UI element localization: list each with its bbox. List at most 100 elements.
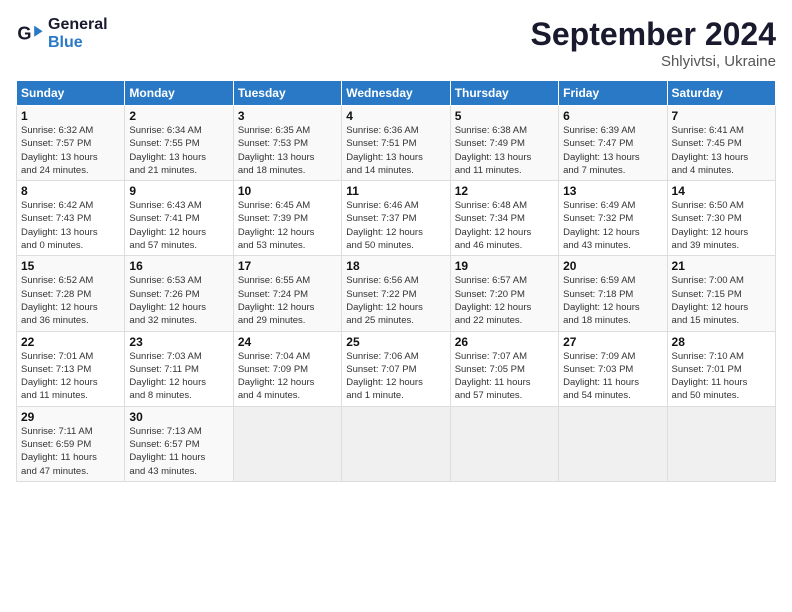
- header: G General Blue September 2024 Shlyivtsi,…: [16, 16, 776, 70]
- weekday-header-row: SundayMondayTuesdayWednesdayThursdayFrid…: [17, 81, 776, 106]
- day-info: Sunrise: 6:59 AM Sunset: 7:18 PM Dayligh…: [563, 274, 662, 327]
- day-number: 24: [238, 335, 337, 349]
- calendar-week-row: 8Sunrise: 6:42 AM Sunset: 7:43 PM Daylig…: [17, 181, 776, 256]
- calendar-cell: 29Sunrise: 7:11 AM Sunset: 6:59 PM Dayli…: [17, 406, 125, 481]
- calendar-cell: 22Sunrise: 7:01 AM Sunset: 7:13 PM Dayli…: [17, 331, 125, 406]
- day-info: Sunrise: 6:41 AM Sunset: 7:45 PM Dayligh…: [672, 124, 771, 177]
- calendar-cell: 21Sunrise: 7:00 AM Sunset: 7:15 PM Dayli…: [667, 256, 775, 331]
- day-number: 21: [672, 259, 771, 273]
- day-info: Sunrise: 7:10 AM Sunset: 7:01 PM Dayligh…: [672, 350, 771, 403]
- day-number: 16: [129, 259, 228, 273]
- logo-text: General Blue: [48, 16, 108, 52]
- location: Shlyivtsi, Ukraine: [531, 53, 776, 70]
- weekday-header: Tuesday: [233, 81, 341, 106]
- weekday-header: Friday: [559, 81, 667, 106]
- calendar-cell: 10Sunrise: 6:45 AM Sunset: 7:39 PM Dayli…: [233, 181, 341, 256]
- logo-icon: G: [16, 20, 44, 48]
- calendar-cell: 24Sunrise: 7:04 AM Sunset: 7:09 PM Dayli…: [233, 331, 341, 406]
- calendar-cell: 28Sunrise: 7:10 AM Sunset: 7:01 PM Dayli…: [667, 331, 775, 406]
- day-number: 13: [563, 184, 662, 198]
- day-info: Sunrise: 6:34 AM Sunset: 7:55 PM Dayligh…: [129, 124, 228, 177]
- day-number: 7: [672, 109, 771, 123]
- day-info: Sunrise: 7:01 AM Sunset: 7:13 PM Dayligh…: [21, 350, 120, 403]
- day-info: Sunrise: 6:45 AM Sunset: 7:39 PM Dayligh…: [238, 199, 337, 252]
- calendar-week-row: 15Sunrise: 6:52 AM Sunset: 7:28 PM Dayli…: [17, 256, 776, 331]
- calendar-cell: 27Sunrise: 7:09 AM Sunset: 7:03 PM Dayli…: [559, 331, 667, 406]
- weekday-header: Thursday: [450, 81, 558, 106]
- day-info: Sunrise: 6:32 AM Sunset: 7:57 PM Dayligh…: [21, 124, 120, 177]
- calendar-cell: 9Sunrise: 6:43 AM Sunset: 7:41 PM Daylig…: [125, 181, 233, 256]
- calendar-cell: 8Sunrise: 6:42 AM Sunset: 7:43 PM Daylig…: [17, 181, 125, 256]
- day-info: Sunrise: 7:03 AM Sunset: 7:11 PM Dayligh…: [129, 350, 228, 403]
- day-info: Sunrise: 6:50 AM Sunset: 7:30 PM Dayligh…: [672, 199, 771, 252]
- day-number: 29: [21, 410, 120, 424]
- calendar-cell: [450, 406, 558, 481]
- day-number: 8: [21, 184, 120, 198]
- day-info: Sunrise: 6:42 AM Sunset: 7:43 PM Dayligh…: [21, 199, 120, 252]
- day-info: Sunrise: 7:04 AM Sunset: 7:09 PM Dayligh…: [238, 350, 337, 403]
- day-info: Sunrise: 6:43 AM Sunset: 7:41 PM Dayligh…: [129, 199, 228, 252]
- day-info: Sunrise: 6:55 AM Sunset: 7:24 PM Dayligh…: [238, 274, 337, 327]
- calendar-cell: 3Sunrise: 6:35 AM Sunset: 7:53 PM Daylig…: [233, 106, 341, 181]
- calendar-week-row: 1Sunrise: 6:32 AM Sunset: 7:57 PM Daylig…: [17, 106, 776, 181]
- calendar-cell: 30Sunrise: 7:13 AM Sunset: 6:57 PM Dayli…: [125, 406, 233, 481]
- logo: G General Blue: [16, 16, 108, 52]
- day-number: 19: [455, 259, 554, 273]
- calendar-cell: 4Sunrise: 6:36 AM Sunset: 7:51 PM Daylig…: [342, 106, 450, 181]
- day-number: 28: [672, 335, 771, 349]
- calendar-cell: 2Sunrise: 6:34 AM Sunset: 7:55 PM Daylig…: [125, 106, 233, 181]
- calendar-body: 1Sunrise: 6:32 AM Sunset: 7:57 PM Daylig…: [17, 106, 776, 482]
- day-info: Sunrise: 6:48 AM Sunset: 7:34 PM Dayligh…: [455, 199, 554, 252]
- day-info: Sunrise: 6:53 AM Sunset: 7:26 PM Dayligh…: [129, 274, 228, 327]
- day-number: 27: [563, 335, 662, 349]
- day-number: 5: [455, 109, 554, 123]
- day-number: 30: [129, 410, 228, 424]
- day-info: Sunrise: 7:07 AM Sunset: 7:05 PM Dayligh…: [455, 350, 554, 403]
- calendar-cell: 17Sunrise: 6:55 AM Sunset: 7:24 PM Dayli…: [233, 256, 341, 331]
- month-title: September 2024: [531, 16, 776, 53]
- day-number: 2: [129, 109, 228, 123]
- weekday-header: Saturday: [667, 81, 775, 106]
- day-number: 22: [21, 335, 120, 349]
- calendar-cell: 14Sunrise: 6:50 AM Sunset: 7:30 PM Dayli…: [667, 181, 775, 256]
- svg-text:G: G: [17, 24, 31, 44]
- day-info: Sunrise: 6:52 AM Sunset: 7:28 PM Dayligh…: [21, 274, 120, 327]
- day-number: 9: [129, 184, 228, 198]
- day-info: Sunrise: 7:13 AM Sunset: 6:57 PM Dayligh…: [129, 425, 228, 478]
- day-number: 6: [563, 109, 662, 123]
- day-number: 10: [238, 184, 337, 198]
- day-number: 18: [346, 259, 445, 273]
- title-area: September 2024 Shlyivtsi, Ukraine: [531, 16, 776, 70]
- day-info: Sunrise: 7:00 AM Sunset: 7:15 PM Dayligh…: [672, 274, 771, 327]
- calendar-cell: 20Sunrise: 6:59 AM Sunset: 7:18 PM Dayli…: [559, 256, 667, 331]
- day-info: Sunrise: 6:57 AM Sunset: 7:20 PM Dayligh…: [455, 274, 554, 327]
- day-info: Sunrise: 6:49 AM Sunset: 7:32 PM Dayligh…: [563, 199, 662, 252]
- calendar-cell: 25Sunrise: 7:06 AM Sunset: 7:07 PM Dayli…: [342, 331, 450, 406]
- day-number: 17: [238, 259, 337, 273]
- calendar-cell: [233, 406, 341, 481]
- calendar-cell: 15Sunrise: 6:52 AM Sunset: 7:28 PM Dayli…: [17, 256, 125, 331]
- calendar-cell: 7Sunrise: 6:41 AM Sunset: 7:45 PM Daylig…: [667, 106, 775, 181]
- calendar-table: SundayMondayTuesdayWednesdayThursdayFrid…: [16, 80, 776, 482]
- day-info: Sunrise: 7:09 AM Sunset: 7:03 PM Dayligh…: [563, 350, 662, 403]
- day-number: 26: [455, 335, 554, 349]
- weekday-header: Sunday: [17, 81, 125, 106]
- calendar-cell: 23Sunrise: 7:03 AM Sunset: 7:11 PM Dayli…: [125, 331, 233, 406]
- day-number: 3: [238, 109, 337, 123]
- calendar-week-row: 29Sunrise: 7:11 AM Sunset: 6:59 PM Dayli…: [17, 406, 776, 481]
- day-number: 11: [346, 184, 445, 198]
- day-number: 12: [455, 184, 554, 198]
- day-number: 4: [346, 109, 445, 123]
- calendar-cell: [559, 406, 667, 481]
- calendar-cell: 5Sunrise: 6:38 AM Sunset: 7:49 PM Daylig…: [450, 106, 558, 181]
- day-number: 15: [21, 259, 120, 273]
- calendar-cell: 11Sunrise: 6:46 AM Sunset: 7:37 PM Dayli…: [342, 181, 450, 256]
- day-number: 23: [129, 335, 228, 349]
- day-info: Sunrise: 6:39 AM Sunset: 7:47 PM Dayligh…: [563, 124, 662, 177]
- calendar-week-row: 22Sunrise: 7:01 AM Sunset: 7:13 PM Dayli…: [17, 331, 776, 406]
- day-number: 14: [672, 184, 771, 198]
- calendar-cell: 19Sunrise: 6:57 AM Sunset: 7:20 PM Dayli…: [450, 256, 558, 331]
- day-info: Sunrise: 7:11 AM Sunset: 6:59 PM Dayligh…: [21, 425, 120, 478]
- day-info: Sunrise: 6:35 AM Sunset: 7:53 PM Dayligh…: [238, 124, 337, 177]
- calendar-cell: 18Sunrise: 6:56 AM Sunset: 7:22 PM Dayli…: [342, 256, 450, 331]
